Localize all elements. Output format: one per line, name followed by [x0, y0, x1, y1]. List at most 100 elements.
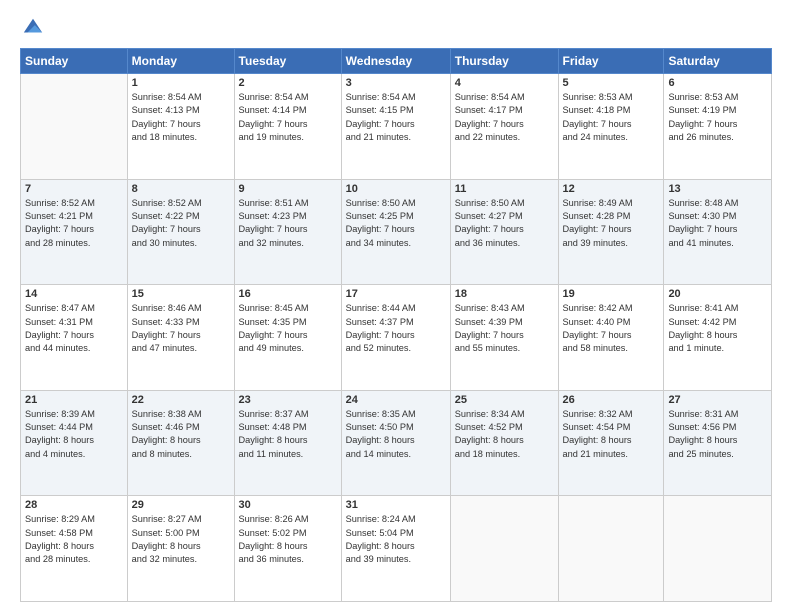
day-info: Sunrise: 8:52 AM Sunset: 4:21 PM Dayligh… [25, 197, 123, 250]
day-number: 2 [239, 77, 337, 89]
calendar-week-row: 28 Sunrise: 8:29 AM Sunset: 4:58 PM Dayli… [21, 496, 772, 602]
calendar-week-row: 21Sunrise: 8:39 AM Sunset: 4:44 PM Dayli… [21, 390, 772, 496]
day-info: Sunrise: 8:24 AM Sunset: 5:04 PM Dayligh… [346, 513, 446, 566]
day-info: Sunrise: 8:29 AM Sunset: 4:58 PM Dayligh… [25, 513, 123, 566]
header [20, 16, 772, 38]
day-info: Sunrise: 8:31 AM Sunset: 4:56 PM Dayligh… [668, 408, 767, 461]
page: SundayMondayTuesdayWednesdayThursdayFrid… [0, 0, 792, 612]
day-number: 31 [346, 499, 446, 511]
day-info: Sunrise: 8:47 AM Sunset: 4:31 PM Dayligh… [25, 302, 123, 355]
day-number: 26 [563, 394, 660, 406]
day-number: 5 [563, 77, 660, 89]
calendar-cell: 31 Sunrise: 8:24 AM Sunset: 5:04 PM Dayli… [341, 496, 450, 602]
calendar-cell [558, 496, 664, 602]
weekday-header-row: SundayMondayTuesdayWednesdayThursdayFrid… [21, 49, 772, 74]
weekday-header-thursday: Thursday [450, 49, 558, 74]
day-number: 23 [239, 394, 337, 406]
calendar-cell: 18 Sunrise: 8:43 AM Sunset: 4:39 PM Dayli… [450, 285, 558, 391]
day-info: Sunrise: 8:44 AM Sunset: 4:37 PM Dayligh… [346, 302, 446, 355]
day-info: Sunrise: 8:39 AM Sunset: 4:44 PM Dayligh… [25, 408, 123, 461]
weekday-header-friday: Friday [558, 49, 664, 74]
calendar-cell: 2 Sunrise: 8:54 AM Sunset: 4:14 PM Daylig… [234, 74, 341, 180]
calendar-cell: 15 Sunrise: 8:46 AM Sunset: 4:33 PM Dayli… [127, 285, 234, 391]
day-number: 30 [239, 499, 337, 511]
day-number: 17 [346, 288, 446, 300]
day-info: Sunrise: 8:50 AM Sunset: 4:27 PM Dayligh… [455, 197, 554, 250]
day-number: 15 [132, 288, 230, 300]
calendar-cell: 14 Sunrise: 8:47 AM Sunset: 4:31 PM Dayli… [21, 285, 128, 391]
day-info: Sunrise: 8:45 AM Sunset: 4:35 PM Dayligh… [239, 302, 337, 355]
day-info: Sunrise: 8:54 AM Sunset: 4:15 PM Dayligh… [346, 91, 446, 144]
day-number: 8 [132, 183, 230, 195]
day-info: Sunrise: 8:51 AM Sunset: 4:23 PM Dayligh… [239, 197, 337, 250]
day-number: 14 [25, 288, 123, 300]
day-number: 10 [346, 183, 446, 195]
calendar-cell: 21Sunrise: 8:39 AM Sunset: 4:44 PM Dayli… [21, 390, 128, 496]
day-number: 29 [132, 499, 230, 511]
weekday-header-tuesday: Tuesday [234, 49, 341, 74]
calendar-cell: 12 Sunrise: 8:49 AM Sunset: 4:28 PM Dayli… [558, 179, 664, 285]
day-info: Sunrise: 8:48 AM Sunset: 4:30 PM Dayligh… [668, 197, 767, 250]
day-number: 18 [455, 288, 554, 300]
day-info: Sunrise: 8:54 AM Sunset: 4:13 PM Dayligh… [132, 91, 230, 144]
calendar-cell: 29 Sunrise: 8:27 AM Sunset: 5:00 PM Dayli… [127, 496, 234, 602]
calendar-week-row: 7Sunrise: 8:52 AM Sunset: 4:21 PM Daylig… [21, 179, 772, 285]
day-number: 25 [455, 394, 554, 406]
day-number: 12 [563, 183, 660, 195]
day-number: 9 [239, 183, 337, 195]
logo-icon [22, 16, 44, 38]
day-info: Sunrise: 8:38 AM Sunset: 4:46 PM Dayligh… [132, 408, 230, 461]
day-info: Sunrise: 8:43 AM Sunset: 4:39 PM Dayligh… [455, 302, 554, 355]
day-number: 1 [132, 77, 230, 89]
day-info: Sunrise: 8:54 AM Sunset: 4:17 PM Dayligh… [455, 91, 554, 144]
day-info: Sunrise: 8:37 AM Sunset: 4:48 PM Dayligh… [239, 408, 337, 461]
calendar-cell: 26 Sunrise: 8:32 AM Sunset: 4:54 PM Dayli… [558, 390, 664, 496]
calendar-week-row: 1 Sunrise: 8:54 AM Sunset: 4:13 PM Daylig… [21, 74, 772, 180]
day-number: 11 [455, 183, 554, 195]
day-info: Sunrise: 8:41 AM Sunset: 4:42 PM Dayligh… [668, 302, 767, 355]
calendar-cell: 23 Sunrise: 8:37 AM Sunset: 4:48 PM Dayli… [234, 390, 341, 496]
day-info: Sunrise: 8:50 AM Sunset: 4:25 PM Dayligh… [346, 197, 446, 250]
calendar-cell [21, 74, 128, 180]
day-info: Sunrise: 8:53 AM Sunset: 4:18 PM Dayligh… [563, 91, 660, 144]
calendar-cell: 17 Sunrise: 8:44 AM Sunset: 4:37 PM Dayli… [341, 285, 450, 391]
day-info: Sunrise: 8:35 AM Sunset: 4:50 PM Dayligh… [346, 408, 446, 461]
day-number: 3 [346, 77, 446, 89]
day-number: 28 [25, 499, 123, 511]
calendar-cell: 8 Sunrise: 8:52 AM Sunset: 4:22 PM Daylig… [127, 179, 234, 285]
day-number: 13 [668, 183, 767, 195]
day-number: 22 [132, 394, 230, 406]
calendar-cell: 25 Sunrise: 8:34 AM Sunset: 4:52 PM Dayli… [450, 390, 558, 496]
day-info: Sunrise: 8:54 AM Sunset: 4:14 PM Dayligh… [239, 91, 337, 144]
weekday-header-wednesday: Wednesday [341, 49, 450, 74]
weekday-header-saturday: Saturday [664, 49, 772, 74]
day-number: 20 [668, 288, 767, 300]
day-number: 16 [239, 288, 337, 300]
calendar-table: SundayMondayTuesdayWednesdayThursdayFrid… [20, 48, 772, 602]
day-number: 4 [455, 77, 554, 89]
calendar-cell: 6Sunrise: 8:53 AM Sunset: 4:19 PM Daylig… [664, 74, 772, 180]
day-info: Sunrise: 8:32 AM Sunset: 4:54 PM Dayligh… [563, 408, 660, 461]
day-info: Sunrise: 8:26 AM Sunset: 5:02 PM Dayligh… [239, 513, 337, 566]
day-info: Sunrise: 8:46 AM Sunset: 4:33 PM Dayligh… [132, 302, 230, 355]
day-info: Sunrise: 8:42 AM Sunset: 4:40 PM Dayligh… [563, 302, 660, 355]
calendar-cell: 5 Sunrise: 8:53 AM Sunset: 4:18 PM Daylig… [558, 74, 664, 180]
day-number: 24 [346, 394, 446, 406]
day-info: Sunrise: 8:34 AM Sunset: 4:52 PM Dayligh… [455, 408, 554, 461]
calendar-cell: 13 Sunrise: 8:48 AM Sunset: 4:30 PM Dayli… [664, 179, 772, 285]
calendar-cell: 24 Sunrise: 8:35 AM Sunset: 4:50 PM Dayli… [341, 390, 450, 496]
day-info: Sunrise: 8:49 AM Sunset: 4:28 PM Dayligh… [563, 197, 660, 250]
day-info: Sunrise: 8:52 AM Sunset: 4:22 PM Dayligh… [132, 197, 230, 250]
calendar-cell: 9 Sunrise: 8:51 AM Sunset: 4:23 PM Daylig… [234, 179, 341, 285]
calendar-cell [664, 496, 772, 602]
weekday-header-sunday: Sunday [21, 49, 128, 74]
calendar-cell: 3 Sunrise: 8:54 AM Sunset: 4:15 PM Daylig… [341, 74, 450, 180]
calendar-cell [450, 496, 558, 602]
calendar-cell: 7Sunrise: 8:52 AM Sunset: 4:21 PM Daylig… [21, 179, 128, 285]
day-info: Sunrise: 8:27 AM Sunset: 5:00 PM Dayligh… [132, 513, 230, 566]
calendar-week-row: 14 Sunrise: 8:47 AM Sunset: 4:31 PM Dayli… [21, 285, 772, 391]
calendar-cell: 19Sunrise: 8:42 AM Sunset: 4:40 PM Dayli… [558, 285, 664, 391]
day-number: 27 [668, 394, 767, 406]
calendar-cell: 28 Sunrise: 8:29 AM Sunset: 4:58 PM Dayli… [21, 496, 128, 602]
calendar-cell: 22 Sunrise: 8:38 AM Sunset: 4:46 PM Dayli… [127, 390, 234, 496]
